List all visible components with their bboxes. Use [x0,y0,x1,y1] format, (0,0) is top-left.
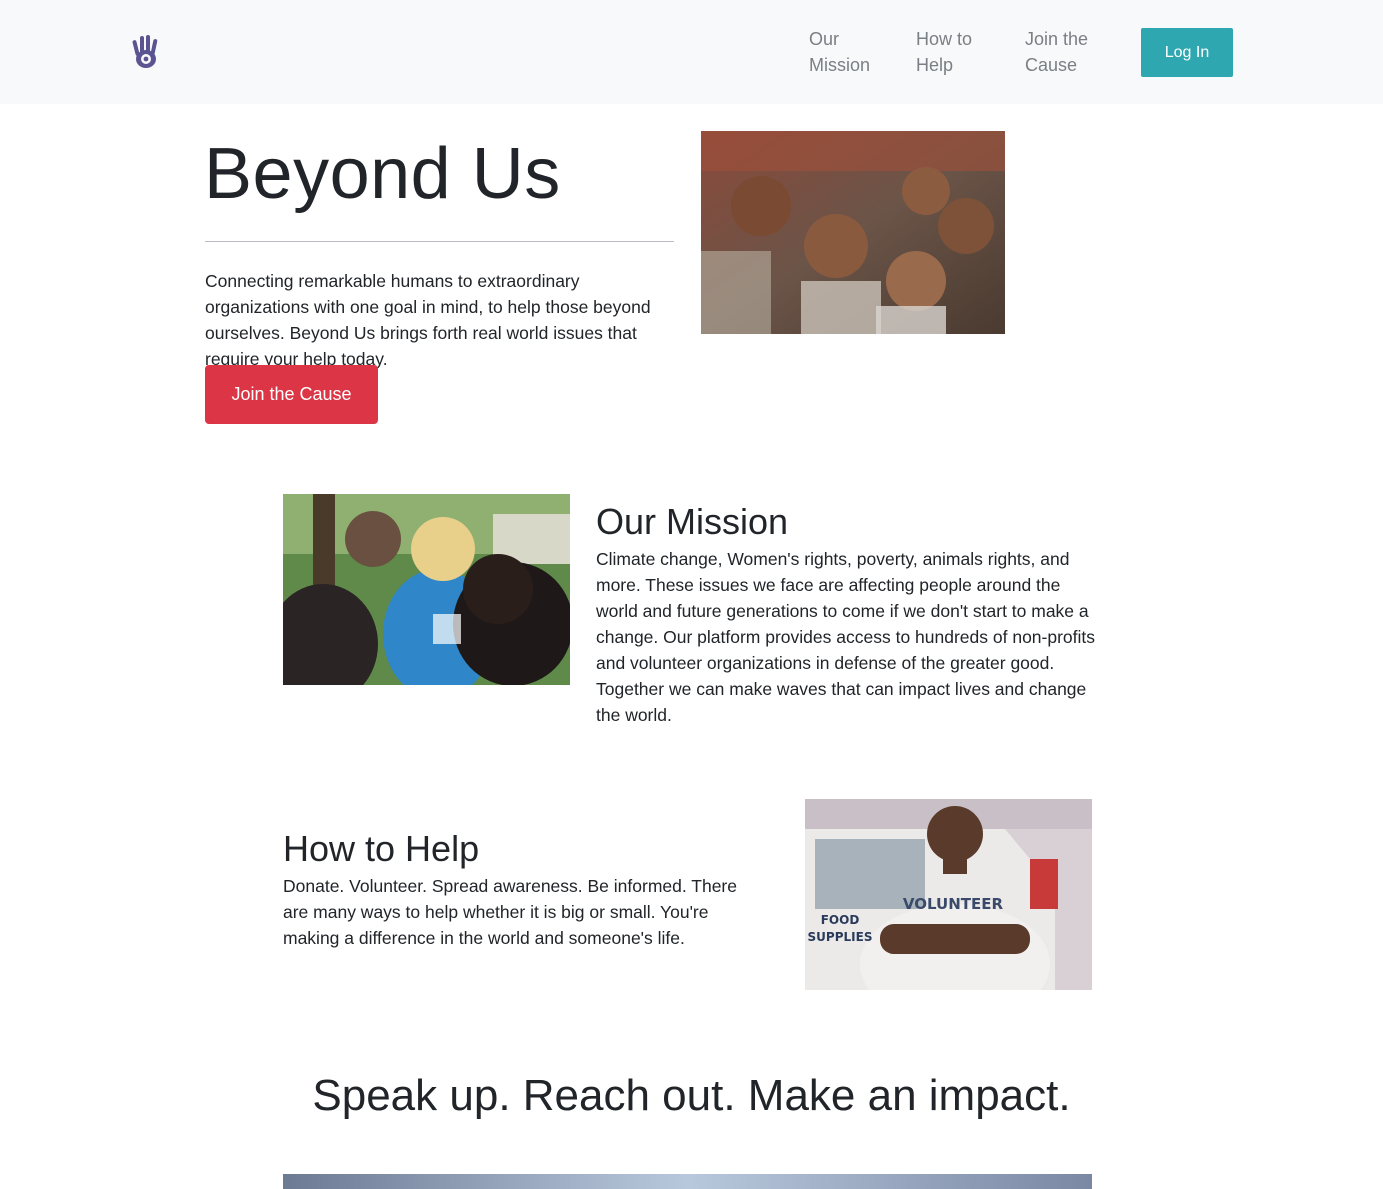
help-title: How to Help [283,828,480,869]
help-photo-volunteer: VOLUNTEER FOOD SUPPLIES [805,799,1092,990]
login-button[interactable]: Log In [1141,28,1233,77]
mission-description: Climate change, Women's rights, poverty,… [596,549,1096,725]
tagline: Speak up. Reach out. Make an impact. [312,1071,1071,1120]
help-description: Donate. Volunteer. Spread awareness. Be … [283,876,737,948]
nav-link-our-mission[interactable]: Our Mission [809,26,870,78]
sign-text-line2: SUPPLIES [808,930,873,944]
footer-banner-photo [283,1174,1092,1189]
nav-link-label: Our [809,29,840,49]
hero-title: Beyond Us [204,134,561,214]
hand-icon[interactable] [130,34,162,70]
nav-link-how-to-help[interactable]: How to Help [916,26,972,78]
navbar: Our Mission How to Help Join the Cause L… [0,0,1383,104]
mission-title: Our Mission [596,501,789,542]
nav-link-label: Join the [1025,29,1089,49]
hero-photo-children [701,131,1005,334]
hero-divider [205,241,674,242]
shirt-text: VOLUNTEER [903,895,1004,913]
nav-link-label: How to [916,29,973,49]
nav-link-join-the-cause[interactable]: Join the Cause [1025,26,1088,78]
mission-photo-volunteers [283,494,570,685]
nav-link-label: Help [916,55,954,75]
nav-link-label: Cause [1025,55,1078,75]
nav-link-label: Mission [809,55,871,75]
hero-description: Connecting remarkable humans to extraord… [205,271,651,369]
join-the-cause-button[interactable]: Join the Cause [205,365,378,424]
sign-text-line1: FOOD [821,913,860,927]
